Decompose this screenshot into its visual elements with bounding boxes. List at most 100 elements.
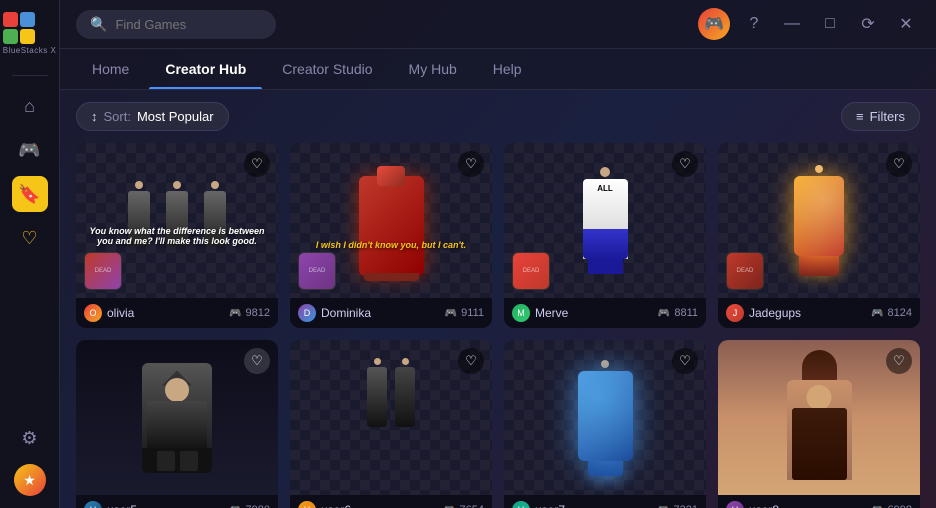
sort-icon: ↕: [91, 109, 98, 124]
sidebar-item-home[interactable]: ⌂: [12, 88, 48, 124]
card-4-badge-img: DEAD: [727, 253, 763, 289]
avatar-icon: 🎮: [704, 14, 724, 34]
card-7-count: 🎮 7321: [657, 504, 698, 508]
tab-help[interactable]: Help: [477, 49, 538, 89]
card-8-count-value: 6998: [888, 504, 912, 508]
card-1-user-avatar: O: [84, 304, 102, 322]
gamepad-icon-2: 🎮: [445, 308, 457, 319]
card-2-username: Dominika: [321, 306, 371, 320]
help-button[interactable]: ?: [740, 10, 768, 38]
toolbar: ↕ Sort: Most Popular ≡ Filters: [60, 90, 936, 143]
card-1[interactable]: You know what the difference is between …: [76, 143, 278, 328]
sort-label: Sort:: [104, 109, 131, 124]
logo-cell-red: [3, 12, 18, 27]
logo-cell-yellow: [20, 29, 35, 44]
bookmark-icon: 🔖: [18, 184, 40, 205]
card-3-user: M Merve: [512, 304, 568, 322]
card-7-user: U user7: [512, 501, 565, 508]
sidebar-item-bookmark[interactable]: 🔖: [12, 176, 48, 212]
card-2-user: D Dominika: [298, 304, 371, 322]
tab-my-hub[interactable]: My Hub: [393, 49, 473, 89]
card-1-heart-button[interactable]: ♡: [244, 151, 270, 177]
home-icon: ⌂: [24, 96, 35, 117]
card-4-username: Jadegups: [749, 306, 801, 320]
sidebar-item-store[interactable]: 🎮: [12, 132, 48, 168]
heart-icon: ♡: [251, 156, 263, 172]
sidebar-item-settings[interactable]: ⚙: [12, 420, 48, 456]
app-logo: BlueStacks X: [3, 12, 57, 55]
sort-button[interactable]: ↕ Sort: Most Popular: [76, 102, 229, 131]
gamepad-icon-3: 🎮: [658, 308, 670, 319]
card-1-badge-img: DEAD: [85, 253, 121, 289]
gamepad-icon-8: 🎮: [871, 505, 883, 508]
card-2-image: I wish I didn't know you, but I can't. ♡…: [290, 143, 492, 298]
user-avatar[interactable]: 🎮: [698, 8, 730, 40]
close-icon: ✕: [899, 14, 912, 34]
filter-label: Filters: [870, 109, 905, 124]
search-bar[interactable]: 🔍: [76, 10, 276, 39]
card-1-badge: DEAD: [84, 252, 122, 290]
card-6-count-value: 7654: [460, 504, 484, 508]
card-1-image: You know what the difference is between …: [76, 143, 278, 298]
card-7-heart-button[interactable]: ♡: [672, 348, 698, 374]
card-4[interactable]: ♡ DEAD J Jadegups 🎮 8124: [718, 143, 920, 328]
card-1-user: O olivia: [84, 304, 134, 322]
maximize-button[interactable]: □: [816, 10, 844, 38]
header-right: 🎮 ? — □ ⟳ ✕: [698, 8, 920, 40]
card-3-badge: DEAD: [512, 252, 550, 290]
card-5-username: user5: [107, 503, 137, 508]
card-5[interactable]: ♡ U user5 🎮 7980: [76, 340, 278, 508]
heart-icon-4: ♡: [893, 156, 905, 172]
card-8-user: U user8: [726, 501, 779, 508]
minimize-button[interactable]: —: [778, 10, 806, 38]
card-8-username: user8: [749, 503, 779, 508]
card-5-heart-button[interactable]: ♡: [244, 348, 270, 374]
search-input[interactable]: [115, 17, 262, 32]
card-8[interactable]: ♡ U user8 🎮 6998: [718, 340, 920, 508]
gamepad-icon-1: 🎮: [229, 308, 241, 319]
card-8-heart-button[interactable]: ♡: [886, 348, 912, 374]
sidebar: BlueStacks X ⌂ 🎮 🔖 ♡ ⚙ ★: [0, 0, 60, 508]
card-3-username: Merve: [535, 306, 568, 320]
restore-button[interactable]: ⟳: [854, 10, 882, 38]
card-6[interactable]: ♡ U user6 🎮 7654: [290, 340, 492, 508]
card-8-footer: U user8 🎮 6998: [718, 495, 920, 508]
card-5-user-avatar: U: [84, 501, 102, 508]
filter-button[interactable]: ≡ Filters: [841, 102, 920, 131]
card-5-count-value: 7980: [246, 504, 270, 508]
card-6-user-avatar: U: [298, 501, 316, 508]
card-7-image: ♡: [504, 340, 706, 495]
settings-icon: ⚙: [21, 428, 37, 449]
card-1-footer: O olivia 🎮 9812: [76, 298, 278, 328]
card-2-footer: D Dominika 🎮 9111: [290, 298, 492, 328]
card-7-username: user7: [535, 503, 565, 508]
card-4-heart-button[interactable]: ♡: [886, 151, 912, 177]
search-icon: 🔍: [90, 16, 107, 33]
card-2-heart-button[interactable]: ♡: [458, 151, 484, 177]
sort-value: Most Popular: [137, 109, 214, 124]
heart-icon-8: ♡: [893, 353, 905, 369]
tab-creator-hub[interactable]: Creator Hub: [149, 49, 262, 89]
tab-home[interactable]: Home: [76, 49, 145, 89]
card-2[interactable]: I wish I didn't know you, but I can't. ♡…: [290, 143, 492, 328]
sidebar-item-favorite[interactable]: ♡: [12, 220, 48, 256]
card-5-footer: U user5 🎮 7980: [76, 495, 278, 508]
card-6-heart-button[interactable]: ♡: [458, 348, 484, 374]
card-8-count: 🎮 6998: [871, 504, 912, 508]
card-3-user-avatar: M: [512, 304, 530, 322]
heart-icon-3: ♡: [679, 156, 691, 172]
card-3-heart-button[interactable]: ♡: [672, 151, 698, 177]
maximize-icon: □: [825, 15, 835, 33]
card-3[interactable]: ALL ♡ DEAD: [504, 143, 706, 328]
sidebar-user-avatar[interactable]: ★: [14, 464, 46, 496]
card-3-count-value: 8811: [674, 307, 698, 319]
heart-icon-6: ♡: [465, 353, 477, 369]
close-button[interactable]: ✕: [892, 10, 920, 38]
card-7[interactable]: ♡ U user7 🎮 7321: [504, 340, 706, 508]
card-2-overlay-text: I wish I didn't know you, but I can't.: [298, 240, 484, 250]
card-8-user-avatar: U: [726, 501, 744, 508]
card-6-username: user6: [321, 503, 351, 508]
tab-creator-studio[interactable]: Creator Studio: [266, 49, 388, 89]
card-6-image: ♡: [290, 340, 492, 495]
card-1-overlay-text: You know what the difference is between …: [84, 226, 270, 246]
